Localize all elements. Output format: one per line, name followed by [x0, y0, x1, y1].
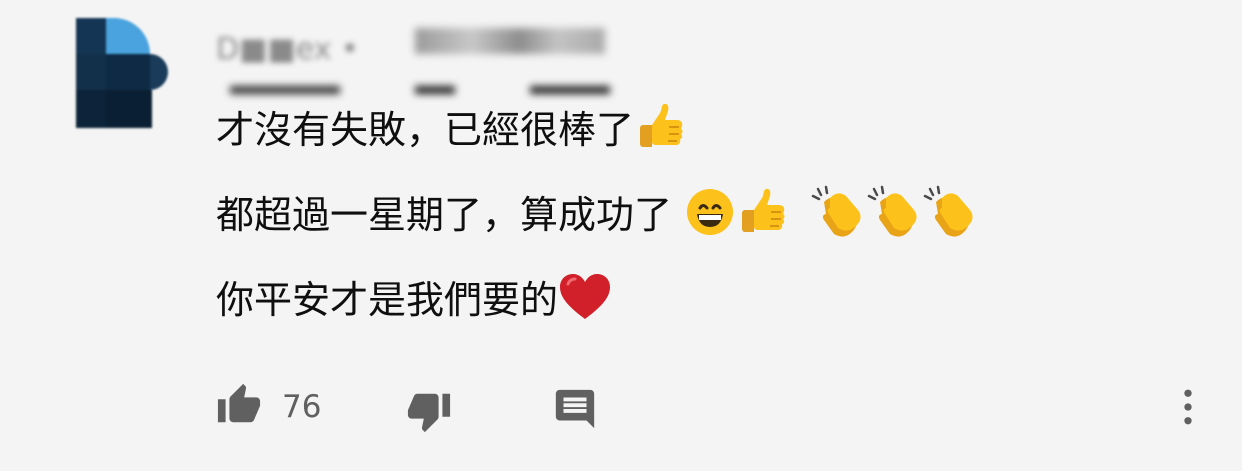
more-options-button[interactable]: [1166, 384, 1210, 434]
author-name[interactable]: D■■ex •: [216, 32, 359, 67]
comment-line-text: 都超過一星期了，算成功了: [216, 193, 673, 237]
dislike-button[interactable]: [406, 388, 452, 438]
like-button[interactable]: 76: [216, 382, 321, 432]
more-vertical-icon: [1166, 384, 1210, 434]
comment-actions: 76: [216, 382, 1216, 436]
clapping-hands-emoji: [810, 184, 866, 247]
redacted-strip: [530, 86, 610, 94]
redacted-strip: [415, 86, 455, 94]
comment-header: D■■ex •: [210, 22, 650, 102]
comment-line-text: 才沒有失敗，已經很棒了: [216, 108, 635, 152]
thumbs-up-emoji: [736, 186, 788, 245]
red-heart-emoji: [558, 272, 612, 329]
comment-line: 都超過一星期了，算成功了: [216, 185, 1116, 237]
clapping-hands-emoji: [922, 184, 978, 247]
thumbs-down-icon: [406, 388, 452, 438]
redacted-strip: [230, 86, 340, 94]
comment-line: 你平安才是我們要的: [216, 273, 1116, 322]
avatar[interactable]: [60, 18, 168, 128]
timestamp-redacted: [415, 28, 605, 54]
comment-item: D■■ex • 才沒有失敗，已經很棒了 都超過一星期了，算成功了 你平安才是我們…: [0, 0, 1242, 471]
comment-icon: [552, 386, 598, 436]
grinning-face-emoji: [684, 186, 736, 245]
like-count: 76: [282, 389, 322, 425]
thumbs-up-emoji: [634, 101, 686, 160]
reply-button[interactable]: [552, 386, 598, 436]
thumbs-up-icon: [216, 382, 262, 432]
comment-text: 才沒有失敗，已經很棒了 都超過一星期了，算成功了 你平安才是我們要的: [216, 103, 1116, 365]
comment-line: 才沒有失敗，已經很棒了: [216, 103, 1116, 152]
clapping-hands-emoji: [866, 184, 922, 247]
comment-line-text: 你平安才是我們要的: [216, 278, 559, 322]
